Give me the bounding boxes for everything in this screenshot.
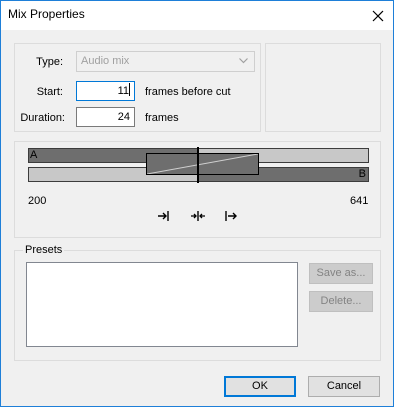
duration-field-value: 24 (117, 111, 130, 123)
delete-button[interactable]: Delete... (309, 291, 373, 312)
track-a-label: A (30, 149, 38, 161)
start-label: Start: (36, 86, 63, 98)
start-unit-label: frames before cut (145, 86, 231, 98)
track-b-label: B (358, 168, 366, 180)
duration-field[interactable]: 24 (76, 107, 135, 127)
duration-label: Duration: (20, 112, 65, 124)
duration-unit-label: frames (145, 112, 179, 124)
close-icon (372, 10, 384, 21)
window-title: Mix Properties (8, 7, 85, 21)
text-caret (129, 83, 130, 96)
align-end-icon[interactable] (156, 209, 172, 223)
mix-properties-dialog: Mix Properties Type: Audio mix Start: 11… (0, 0, 394, 407)
close-button[interactable] (363, 1, 393, 30)
save-as-button[interactable]: Save as... (309, 263, 373, 284)
align-center-icon[interactable] (190, 209, 206, 223)
presets-list[interactable] (26, 262, 298, 347)
start-field-value: 11 (117, 85, 129, 97)
type-select-value: Audio mix (81, 55, 130, 67)
type-select[interactable]: Audio mix (76, 51, 255, 72)
type-label: Type: (36, 56, 63, 68)
preview-group (265, 43, 381, 132)
cancel-button[interactable]: Cancel (308, 376, 380, 397)
start-field[interactable]: 11 (76, 81, 135, 101)
mix-region[interactable] (146, 153, 259, 175)
range-end: 641 (350, 195, 369, 207)
chevron-down-icon (239, 58, 248, 64)
ok-button[interactable]: OK (224, 376, 296, 397)
presets-title: Presets (23, 244, 65, 256)
mix-ramp-line (147, 154, 258, 174)
cut-line (197, 147, 199, 183)
align-start-icon[interactable] (223, 209, 239, 223)
range-start: 200 (28, 195, 47, 207)
title-bar: Mix Properties (1, 1, 393, 30)
